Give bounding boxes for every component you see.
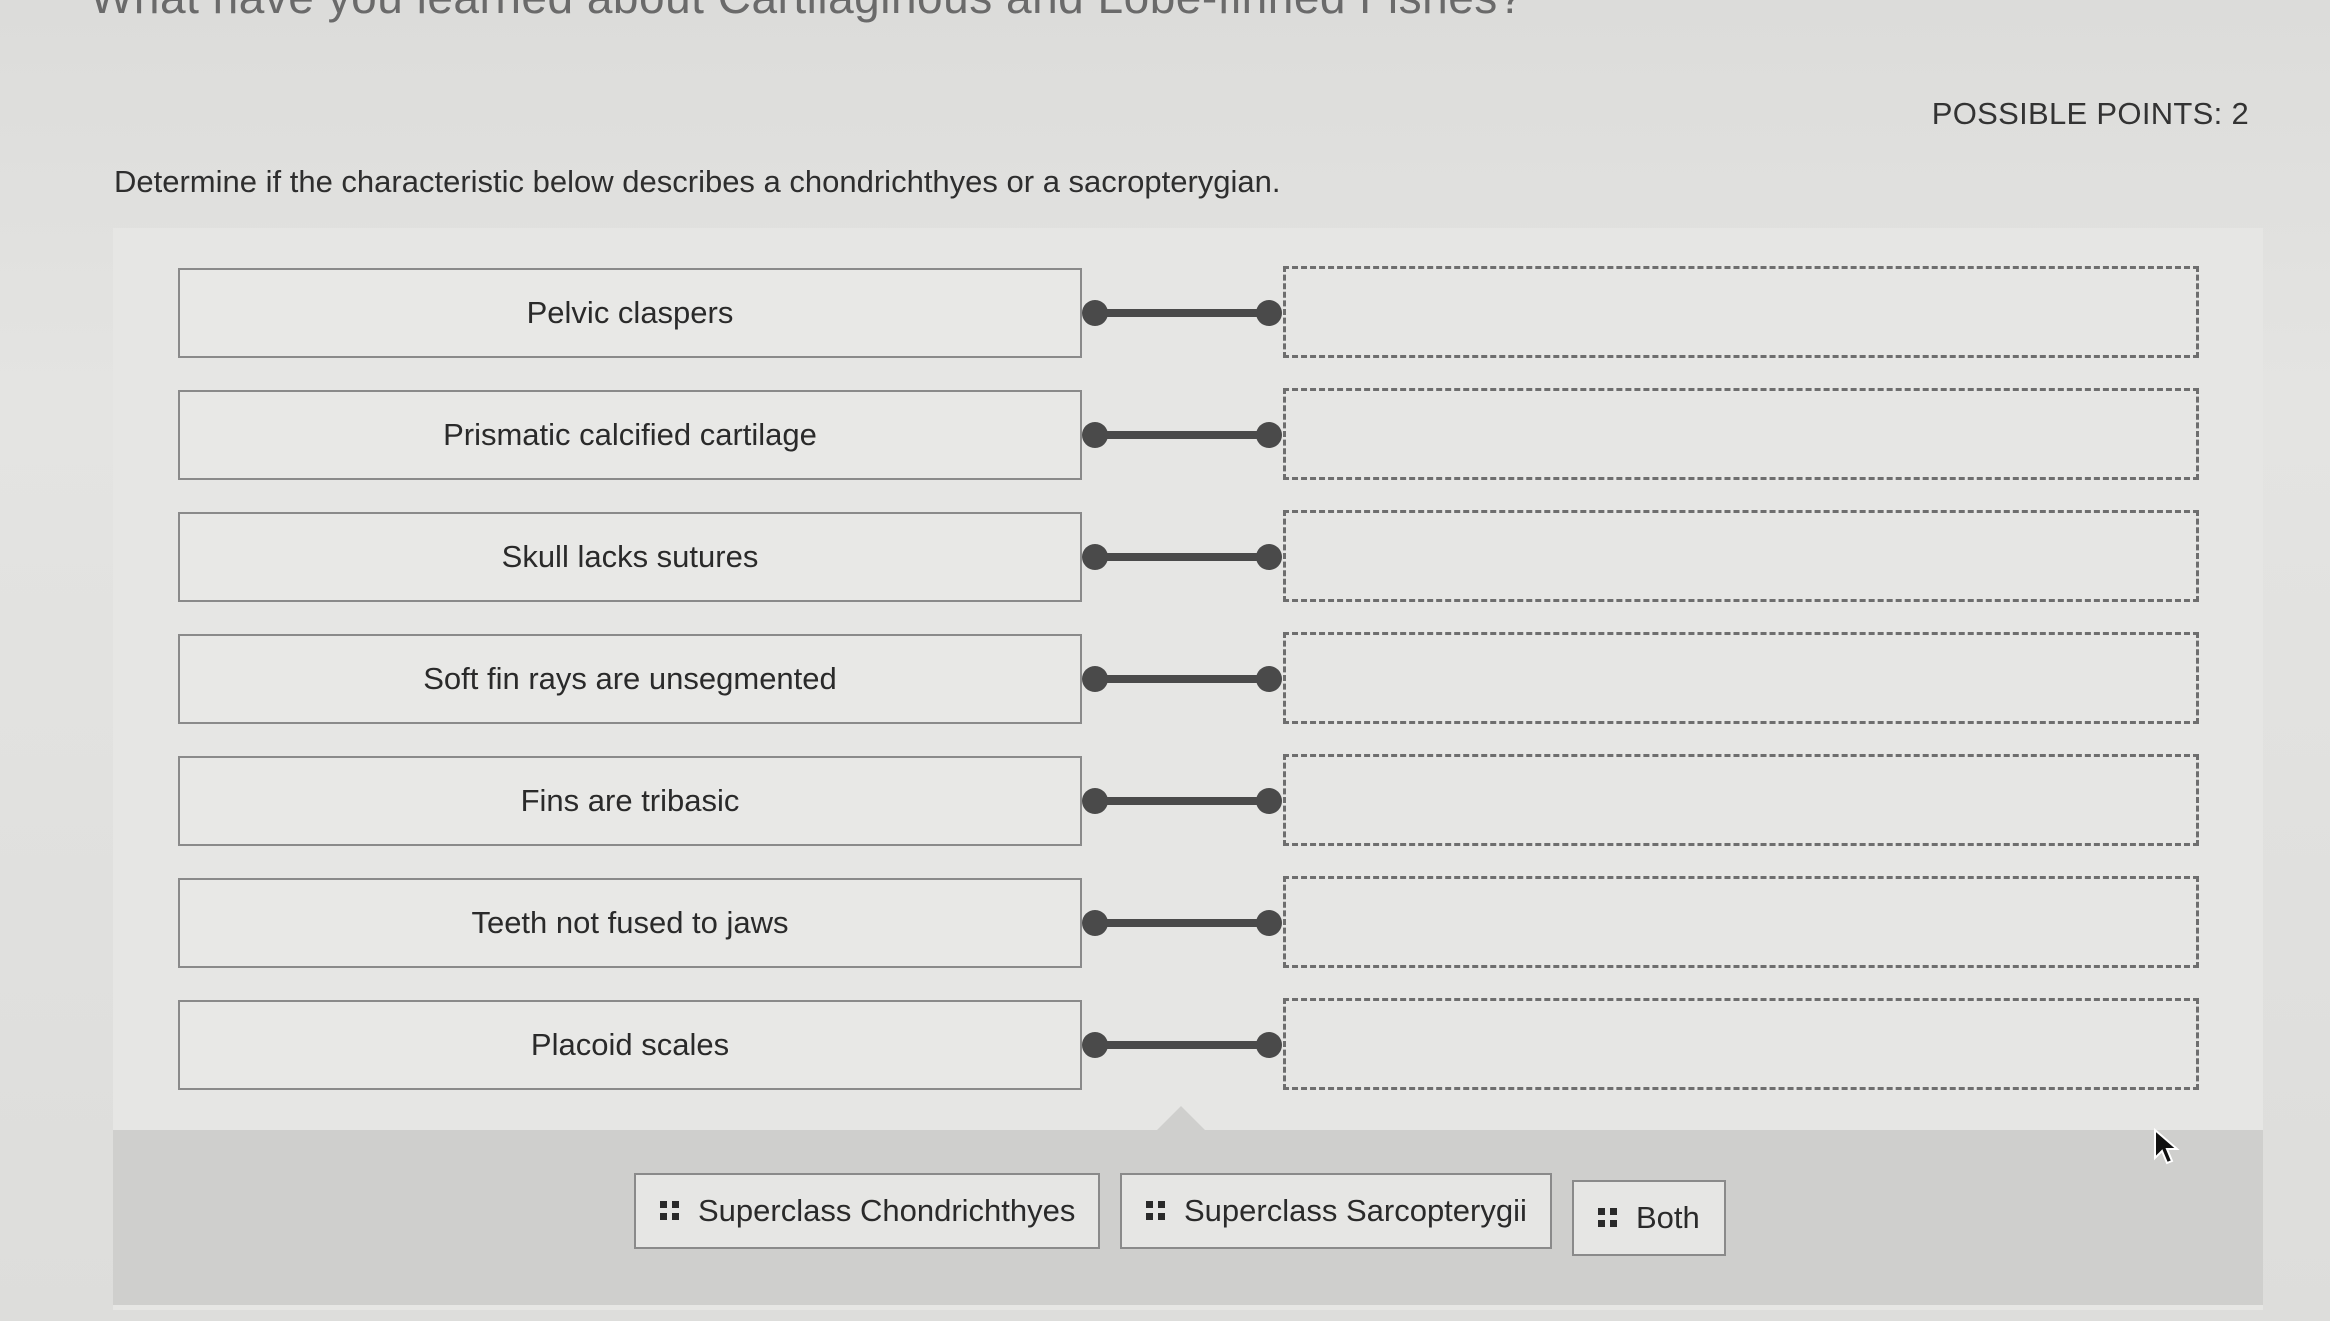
connector-start-dot [1082,666,1108,692]
connector [1082,1030,1282,1060]
possible-points: POSSIBLE POINTS: 2 [1931,96,2249,131]
answer-chip-label: Superclass Sarcopterygii [1184,1193,1527,1228]
connector-line [1094,431,1270,439]
connector [1082,298,1282,328]
drop-target[interactable] [1283,876,2199,968]
term-box: Prismatic calcified cartilage [178,390,1082,480]
match-row: Teeth not fused to jaws [0,876,2330,968]
drag-grip-icon [660,1201,680,1221]
match-row: Placoid scales [0,998,2330,1090]
connector-end-dot [1256,544,1282,570]
term-box: Skull lacks sutures [178,512,1082,602]
connector [1082,786,1282,816]
connector-start-dot [1082,910,1108,936]
connector-line [1094,553,1270,561]
term-box: Teeth not fused to jaws [178,878,1082,968]
connector-end-dot [1256,910,1282,936]
drop-target[interactable] [1283,632,2199,724]
connector-line [1094,309,1270,317]
answer-chip-label: Both [1636,1200,1700,1235]
connector [1082,542,1282,572]
connector-end-dot [1256,1032,1282,1058]
term-box: Pelvic claspers [178,268,1082,358]
connector-end-dot [1256,300,1282,326]
connector [1082,908,1282,938]
term-box: Soft fin rays are unsegmented [178,634,1082,724]
term-box: Placoid scales [178,1000,1082,1090]
connector [1082,664,1282,694]
connector-end-dot [1256,422,1282,448]
drop-target[interactable] [1283,388,2199,480]
connector-line [1094,797,1270,805]
bank-pointer [1155,1106,1207,1132]
match-row: Prismatic calcified cartilage [0,388,2330,480]
drop-target[interactable] [1283,266,2199,358]
term-box: Fins are tribasic [178,756,1082,846]
drop-target[interactable] [1283,510,2199,602]
connector-line [1094,1041,1270,1049]
mouse-pointer-icon [2154,1128,2180,1165]
connector-start-dot [1082,1032,1108,1058]
question-instructions: Determine if the characteristic below de… [114,164,1281,199]
match-row: Fins are tribasic [0,754,2330,846]
connector-start-dot [1082,544,1108,570]
connector-end-dot [1256,788,1282,814]
drag-grip-icon [1598,1208,1618,1228]
answer-chip-both[interactable]: Both [1572,1180,1726,1256]
connector-start-dot [1082,300,1108,326]
connector-start-dot [1082,788,1108,814]
match-row: Soft fin rays are unsegmented [0,632,2330,724]
drop-target[interactable] [1283,998,2199,1090]
drop-target[interactable] [1283,754,2199,846]
connector-line [1094,919,1270,927]
answer-chip-sarcopterygii[interactable]: Superclass Sarcopterygii [1120,1173,1552,1249]
drag-grip-icon [1146,1201,1166,1221]
match-row: Skull lacks sutures [0,510,2330,602]
match-row: Pelvic claspers [0,266,2330,358]
connector [1082,420,1282,450]
answer-chip-chondrichthyes[interactable]: Superclass Chondrichthyes [634,1173,1100,1249]
connector-end-dot [1256,666,1282,692]
connector-start-dot [1082,422,1108,448]
answer-chip-label: Superclass Chondrichthyes [698,1193,1076,1228]
connector-line [1094,675,1270,683]
quiz-title: What have you learned about Cartilaginou… [90,0,1524,24]
